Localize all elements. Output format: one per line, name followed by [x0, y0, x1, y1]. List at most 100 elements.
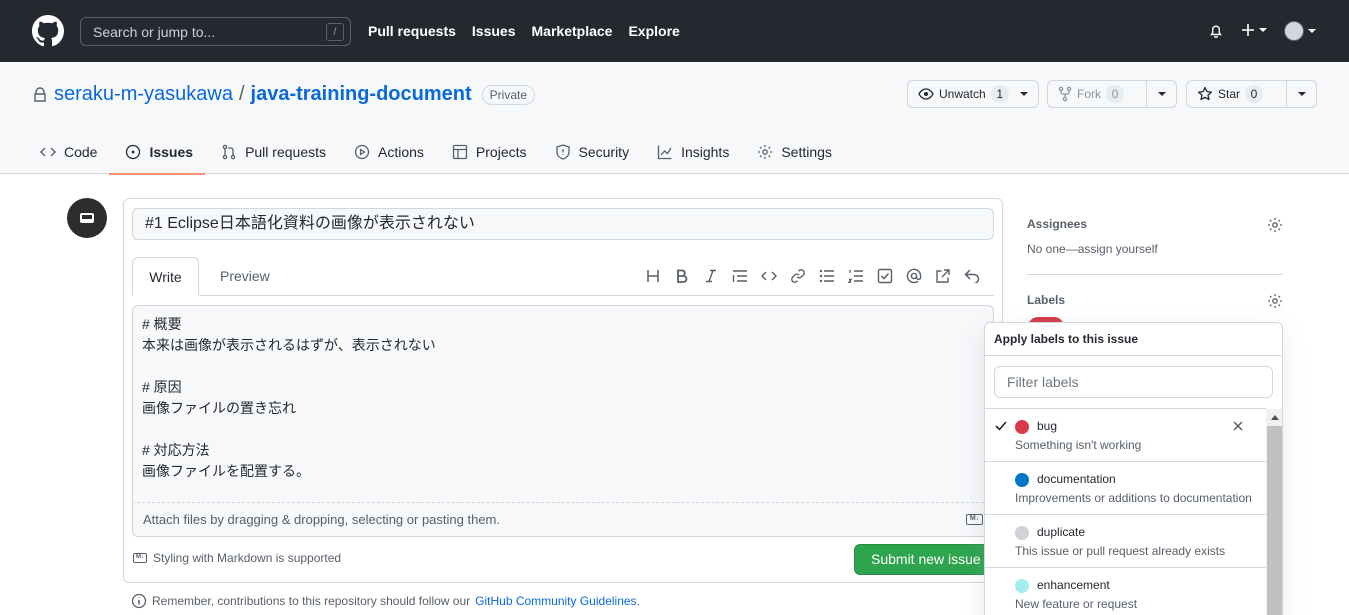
ordered-list-icon[interactable]	[847, 266, 865, 286]
bold-icon[interactable]	[673, 266, 691, 286]
chevron-down-icon	[1297, 92, 1306, 96]
markdown-icon: M↓	[133, 553, 147, 563]
body-line: # 対応方法	[142, 442, 210, 458]
community-guidelines-link[interactable]: GitHub Community Guidelines	[475, 594, 636, 608]
chevron-down-icon	[1019, 92, 1028, 96]
repo-header: seraku-m-yasukawa / java-training-docume…	[0, 62, 1349, 175]
scrollbar-thumb[interactable]	[1267, 426, 1282, 615]
community-guidelines-note: Remember, contributions to this reposito…	[131, 593, 640, 609]
tab-insights[interactable]: Insights	[641, 130, 741, 174]
close-icon[interactable]	[1232, 420, 1244, 432]
label-name: documentation	[1037, 472, 1116, 486]
fork-button[interactable]: Fork 0	[1048, 81, 1146, 107]
repo-owner-link[interactable]: seraku-m-yasukawa	[54, 83, 233, 106]
label-name: enhancement	[1037, 578, 1110, 592]
issue-title-input[interactable]: #1 Eclipse日本語化資料の画像が表示されない	[132, 208, 994, 240]
chevron-down-icon	[1259, 28, 1267, 32]
label-item-documentation[interactable]: documentation Improvements or additions …	[985, 462, 1266, 515]
visibility-badge: Private	[481, 84, 536, 105]
tab-security-label: Security	[578, 144, 630, 160]
table-icon	[452, 144, 468, 160]
code-icon	[40, 147, 56, 157]
label-description: This issue or pull request already exist…	[1015, 544, 1226, 558]
tab-issues[interactable]: Issues	[109, 130, 205, 175]
tab-settings[interactable]: Settings	[741, 130, 844, 174]
star-label: Star	[1218, 87, 1241, 101]
popover-title: Apply labels to this issue	[985, 323, 1282, 356]
global-search-input[interactable]: Search or jump to... /	[80, 17, 351, 46]
task-list-icon[interactable]	[876, 266, 894, 286]
repo-nav-tabs: Code Issues Pull requests Actions Projec…	[24, 130, 844, 175]
markdown-support-note[interactable]: M↓ Styling with Markdown is supported	[133, 551, 341, 565]
tab-pull-requests[interactable]: Pull requests	[205, 130, 338, 174]
play-icon	[354, 144, 370, 160]
nav-issues[interactable]: Issues	[472, 23, 516, 39]
heading-icon[interactable]	[644, 266, 662, 286]
tab-projects[interactable]: Projects	[436, 130, 539, 174]
markdown-support-text: Styling with Markdown is supported	[153, 551, 342, 565]
notifications-bell-icon[interactable]	[1208, 23, 1224, 39]
star-count: 0	[1245, 85, 1264, 103]
scroll-up-arrow-icon[interactable]	[1266, 409, 1282, 425]
star-dropdown-button[interactable]	[1286, 81, 1316, 107]
tab-projects-label: Projects	[475, 144, 527, 160]
user-avatar	[1284, 21, 1304, 41]
global-header: Search or jump to... / Pull requests Iss…	[0, 0, 1349, 62]
quote-icon[interactable]	[731, 266, 749, 286]
issue-body-textarea[interactable]: # 概要 本来は画像が表示されるはずが、表示されない # 原因 画像ファイルの置…	[132, 305, 994, 503]
label-item-enhancement[interactable]: enhancement New feature or request	[985, 568, 1266, 615]
star-button[interactable]: Star 0	[1187, 81, 1286, 107]
labels-gear-icon[interactable]	[1267, 293, 1283, 309]
nav-explore[interactable]: Explore	[628, 23, 679, 39]
code-icon[interactable]	[760, 266, 778, 286]
label-item-duplicate[interactable]: duplicate This issue or pull request alr…	[985, 515, 1266, 568]
reply-icon[interactable]	[963, 266, 981, 286]
mention-icon[interactable]	[905, 266, 923, 286]
attach-files-bar[interactable]: Attach files by dragging & dropping, sel…	[132, 503, 994, 537]
user-menu[interactable]	[1284, 21, 1316, 41]
nav-marketplace[interactable]: Marketplace	[532, 23, 613, 39]
git-pull-request-icon	[222, 144, 236, 160]
label-item-bug[interactable]: bug Something isn't working	[985, 409, 1266, 462]
labels-popover: Apply labels to this issue Filter labels…	[984, 322, 1283, 615]
nav-pull-requests[interactable]: Pull requests	[368, 23, 456, 39]
fork-dropdown-button[interactable]	[1146, 81, 1176, 107]
repo-name-link[interactable]: java-training-document	[251, 83, 472, 106]
label-color-dot	[1015, 526, 1029, 540]
tab-actions[interactable]: Actions	[338, 130, 436, 174]
tab-pull-requests-label: Pull requests	[245, 144, 326, 160]
author-avatar[interactable]	[67, 198, 107, 238]
tab-security[interactable]: Security	[539, 130, 642, 174]
tab-code[interactable]: Code	[24, 130, 109, 174]
body-line: 本来は画像が表示されるはずが、表示されない	[142, 337, 436, 353]
assignees-gear-icon[interactable]	[1267, 217, 1283, 233]
labels-heading: Labels	[1027, 293, 1066, 307]
label-color-dot	[1015, 579, 1029, 593]
tab-preview[interactable]: Preview	[220, 257, 270, 296]
repo-title: seraku-m-yasukawa / java-training-docume…	[32, 83, 536, 106]
body-line: 画像ファイルの置き忘れ	[142, 400, 296, 416]
unordered-list-icon[interactable]	[818, 266, 836, 286]
info-icon	[131, 593, 147, 609]
link-icon[interactable]	[789, 266, 807, 286]
label-description: New feature or request	[1015, 597, 1138, 611]
filter-labels-input[interactable]: Filter labels	[994, 366, 1273, 398]
create-new-menu[interactable]	[1241, 23, 1267, 37]
lock-icon	[34, 86, 46, 102]
submit-new-issue-button[interactable]: Submit new issue	[854, 544, 994, 575]
github-logo-icon[interactable]	[32, 15, 64, 47]
italic-icon[interactable]	[702, 266, 720, 286]
shield-icon	[555, 144, 570, 160]
cross-reference-icon[interactable]	[934, 266, 952, 286]
repo-forked-icon	[1058, 86, 1072, 102]
tab-write[interactable]: Write	[132, 257, 199, 296]
assignees-section: Assignees No one—assign yourself	[1027, 217, 1283, 256]
labels-list: bug Something isn't working documentatio…	[985, 408, 1266, 615]
body-line: # 原因	[142, 379, 182, 395]
guidelines-text: Remember, contributions to this reposito…	[152, 594, 471, 608]
assignees-value[interactable]: No one—assign yourself	[1027, 242, 1283, 256]
unwatch-button[interactable]: Unwatch 1	[907, 80, 1039, 108]
label-color-dot	[1015, 420, 1029, 434]
tab-issues-label: Issues	[149, 144, 194, 160]
labels-scrollbar[interactable]	[1266, 409, 1282, 615]
